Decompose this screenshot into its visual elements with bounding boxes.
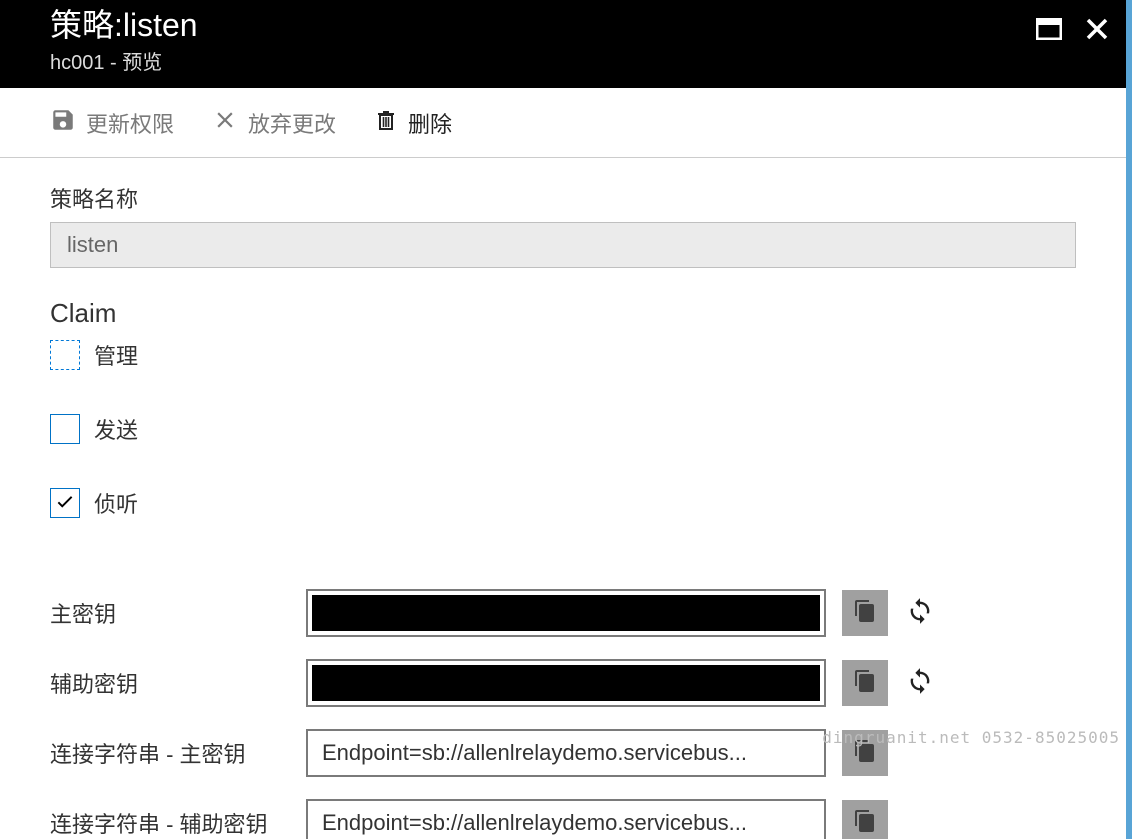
regenerate-secondary-key-button[interactable] xyxy=(904,667,936,699)
secondary-conn-row: 连接字符串 - 辅助密钥 xyxy=(50,799,1076,839)
discard-button[interactable]: 放弃更改 xyxy=(212,107,336,139)
primary-key-row: 主密钥 xyxy=(50,589,1076,637)
trash-icon xyxy=(374,107,398,139)
save-button[interactable]: 更新权限 xyxy=(50,107,174,139)
claim-manage-row: 管理 xyxy=(50,339,1076,371)
refresh-icon xyxy=(906,597,934,630)
maximize-icon[interactable] xyxy=(1036,18,1062,45)
secondary-key-input[interactable] xyxy=(306,659,826,707)
save-icon xyxy=(50,107,76,139)
copy-primary-key-button[interactable] xyxy=(842,590,888,636)
copy-icon xyxy=(853,599,877,628)
copy-secondary-conn-button[interactable] xyxy=(842,800,888,839)
secondary-conn-input[interactable] xyxy=(306,799,826,839)
claim-manage-checkbox[interactable] xyxy=(50,340,80,370)
policy-name-input[interactable] xyxy=(50,222,1076,268)
claim-manage-label: 管理 xyxy=(94,339,138,371)
page-subtitle: hc001 - 预览 xyxy=(50,46,1076,75)
right-edge-accent xyxy=(1126,0,1132,839)
blade-header: 策略:listen hc001 - 预览 xyxy=(0,0,1126,88)
primary-key-input[interactable] xyxy=(306,589,826,637)
claim-send-row: 发送 xyxy=(50,413,1076,445)
claim-listen-row: 侦听 xyxy=(50,487,1076,519)
primary-conn-label: 连接字符串 - 主密钥 xyxy=(50,737,290,769)
secondary-key-row: 辅助密钥 xyxy=(50,659,1076,707)
page-title: 策略:listen xyxy=(50,6,1076,44)
copy-icon xyxy=(853,669,877,698)
regenerate-primary-key-button[interactable] xyxy=(904,597,936,629)
refresh-icon xyxy=(906,667,934,700)
secondary-conn-label: 连接字符串 - 辅助密钥 xyxy=(50,807,290,839)
primary-conn-input[interactable] xyxy=(306,729,826,777)
claim-send-checkbox[interactable] xyxy=(50,414,80,444)
claim-section-title: Claim xyxy=(50,298,1076,329)
copy-icon xyxy=(853,809,877,838)
cancel-icon xyxy=(212,107,238,139)
discard-label: 放弃更改 xyxy=(248,107,336,139)
copy-secondary-key-button[interactable] xyxy=(842,660,888,706)
claim-send-label: 发送 xyxy=(94,413,138,445)
claim-listen-checkbox[interactable] xyxy=(50,488,80,518)
secondary-key-label: 辅助密钥 xyxy=(50,667,290,699)
toolbar: 更新权限 放弃更改 删除 xyxy=(0,88,1126,158)
delete-button[interactable]: 删除 xyxy=(374,107,452,139)
policy-name-label: 策略名称 xyxy=(50,182,1076,214)
claim-listen-label: 侦听 xyxy=(94,487,138,519)
primary-key-label: 主密钥 xyxy=(50,597,290,629)
save-label: 更新权限 xyxy=(86,107,174,139)
watermark: dingruanit.net 0532-85025005 xyxy=(822,728,1120,747)
delete-label: 删除 xyxy=(408,107,452,139)
close-icon[interactable] xyxy=(1086,18,1108,45)
